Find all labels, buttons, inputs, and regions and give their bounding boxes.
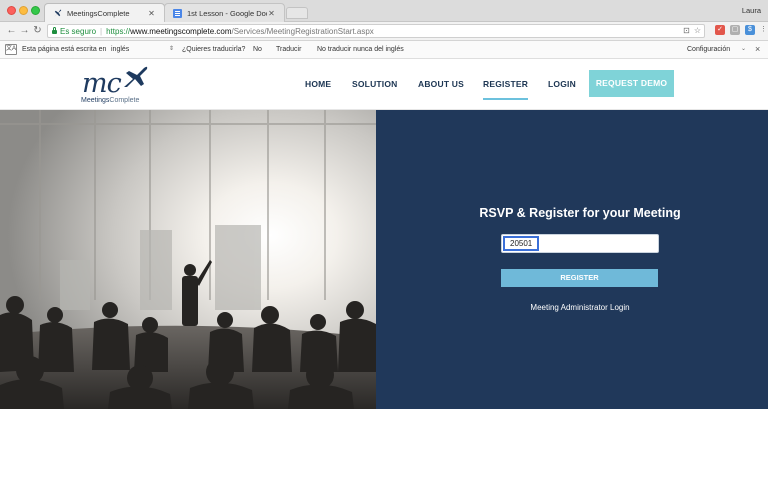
registration-heading: RSVP & Register for your Meeting <box>479 206 681 220</box>
tab-google-docs[interactable]: 1st Lesson - Google Docs ✕ <box>164 3 285 22</box>
browser-tab-bar: MeetingsComplete ✕ 1st Lesson - Google D… <box>0 0 768 22</box>
translate-button[interactable]: Traducir <box>276 46 301 53</box>
url-bar[interactable]: Es seguro | https:// www.meetingscomplet… <box>47 24 705 38</box>
lock-icon <box>52 27 57 34</box>
new-tab-button[interactable] <box>286 7 308 19</box>
extension-gray-icon[interactable]: ▢ <box>730 25 740 35</box>
google-docs-icon <box>173 8 182 18</box>
meeting-silhouette-image <box>0 110 376 409</box>
airplane-icon <box>53 9 62 18</box>
window-close-button[interactable] <box>7 6 16 15</box>
nav-about-us[interactable]: ABOUT US <box>418 79 464 89</box>
tab-meetingscomplete[interactable]: MeetingsComplete ✕ <box>44 3 165 22</box>
window-minimize-button[interactable] <box>19 6 28 15</box>
extension-blue-icon[interactable]: $ <box>745 25 755 35</box>
nav-login[interactable]: LOGIN <box>548 79 576 89</box>
nav-solution[interactable]: SOLUTION <box>352 79 398 89</box>
profile-name[interactable]: Laura <box>742 6 761 15</box>
window-zoom-button[interactable] <box>31 6 40 15</box>
nav-register[interactable]: REGISTER <box>483 79 529 100</box>
request-demo-button[interactable]: REQUEST DEMO <box>589 70 674 97</box>
address-toolbar: ← → ↻ Es seguro | https:// www.meetingsc… <box>0 22 768 41</box>
never-translate-button[interactable]: No traducir nunca del inglés <box>317 46 404 53</box>
url-host: www.meetingscomplete.com <box>130 26 232 36</box>
translate-prompt: Esta página está escrita en <box>22 46 107 53</box>
translate-icon[interactable]: ⊡ <box>683 26 690 35</box>
meeting-code-value: 20501 <box>503 236 540 251</box>
translate-infobar: 文A Esta página está escrita en inglés ⇕ … <box>0 41 768 59</box>
tab-close-icon[interactable]: ✕ <box>267 9 276 18</box>
reload-icon[interactable]: ↻ <box>31 24 44 38</box>
register-button[interactable]: REGISTER <box>501 269 658 287</box>
extension-red-icon[interactable]: ✓ <box>715 25 725 35</box>
translate-settings-button[interactable]: Configuración <box>687 46 730 53</box>
tab-title: MeetingsComplete <box>67 8 130 18</box>
site-header: mc MeetingsComplete HOME SOLUTION ABOUT … <box>0 60 768 110</box>
security-label: Es seguro <box>60 26 97 36</box>
admin-login-link[interactable]: Meeting Administrator Login <box>376 303 768 312</box>
language-select[interactable]: inglés ⇕ <box>108 44 176 55</box>
translate-icon: 文A <box>5 44 17 55</box>
language-select-value: inglés <box>111 46 130 53</box>
meeting-code-input[interactable]: 20501 <box>501 234 659 253</box>
url-scheme: https:// <box>106 26 131 36</box>
updown-chevron-icon: ⇕ <box>168 46 174 52</box>
close-icon[interactable]: × <box>755 44 760 54</box>
back-arrow-icon[interactable]: ← <box>5 24 18 38</box>
url-path: /Services/MeetingRegistrationStart.aspx <box>231 26 374 36</box>
nav-home[interactable]: HOME <box>305 79 331 89</box>
translate-no-button[interactable]: No <box>253 46 262 53</box>
url-separator: | <box>100 26 103 36</box>
meeting-photo <box>0 110 376 409</box>
tab-close-icon[interactable]: ✕ <box>147 9 156 18</box>
chevron-down-icon[interactable]: ⌄ <box>741 45 746 52</box>
registration-panel: RSVP & Register for your Meeting 20501 R… <box>376 110 768 409</box>
forward-arrow-icon[interactable]: → <box>18 24 31 38</box>
chrome-menu-icon[interactable]: ⋮ <box>760 25 767 35</box>
page-body-empty <box>0 409 768 480</box>
tab-title: 1st Lesson - Google Docs <box>187 8 267 18</box>
translate-question: ¿Quieres traducirla? <box>182 46 246 53</box>
star-icon[interactable]: ☆ <box>694 26 701 35</box>
